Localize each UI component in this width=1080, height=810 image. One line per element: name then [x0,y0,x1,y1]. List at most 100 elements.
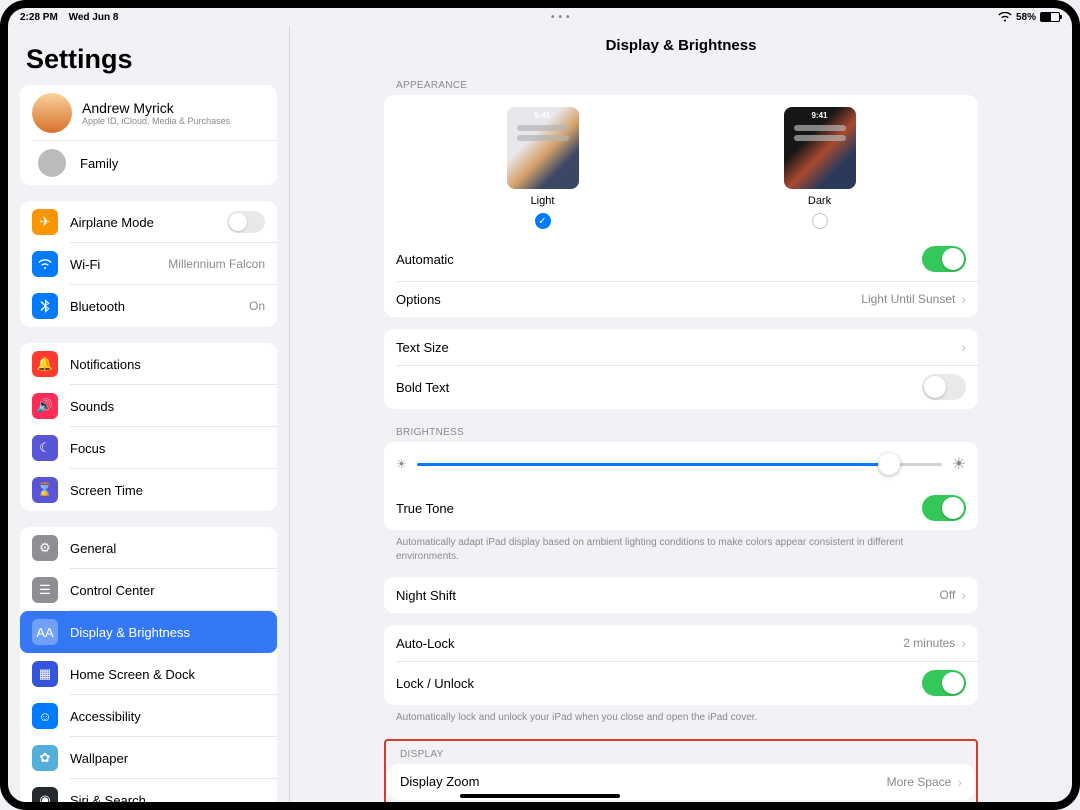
general-group: ⚙ General ☰Control Center AADisplay & Bri… [20,527,277,802]
wifi-icon [998,12,1012,22]
hourglass-icon: ⌛ [32,477,58,503]
row-label: Sounds [70,399,114,414]
display-zoom-highlight: Display Display Zoom More Space › Choose… [384,739,978,803]
displayzoom-footer: Choose a view for iPad. Zoomed shows lar… [388,800,974,803]
sidebar-title: Settings [26,44,271,75]
row-label: Airplane Mode [70,215,154,230]
row-value: Millennium Falcon [168,257,265,271]
row-label: Bold Text [396,380,449,395]
dark-mode-option[interactable]: Dark [784,107,856,229]
wallpaper-row[interactable]: ✿ Wallpaper [20,737,277,779]
truetone-row[interactable]: True Tone [384,486,978,530]
homescreen-row[interactable]: ▦ Home Screen & Dock [20,653,277,695]
alerts-group: 🔔Notifications 🔊 Sounds ☾Focus ⌛Screen Ti… [20,343,277,511]
apple-id-row[interactable]: Andrew Myrick Apple ID, iCloud, Media & … [20,85,277,141]
row-label: General [70,541,116,556]
battery-pct: 58% [1016,12,1036,23]
airplane-icon: ✈ [32,209,58,235]
row-label: Automatic [396,252,454,267]
display-brightness-row[interactable]: AADisplay & Brightness [20,611,277,653]
siri-row[interactable]: ◉Siri & Search [20,779,277,802]
row-label: Control Center [70,583,155,598]
lockunlock-toggle[interactable] [922,670,966,696]
chevron-right-icon: › [961,635,966,651]
automatic-toggle[interactable] [922,246,966,272]
dark-radio[interactable] [812,213,828,229]
wifi-row[interactable]: Wi-Fi Millennium Falcon [20,243,277,285]
status-time: 2:28 PM [20,12,58,23]
accessibility-row[interactable]: ☺Accessibility [20,695,277,737]
user-subtitle: Apple ID, iCloud, Media & Purchases [82,116,230,126]
siri-icon: ◉ [32,787,58,802]
airplane-toggle[interactable] [227,211,265,233]
row-label: Options [396,292,441,307]
sun-small-icon: ☀ [396,457,407,471]
bluetooth-icon [32,293,58,319]
moon-icon: ☾ [32,435,58,461]
avatar [32,93,72,133]
row-label: Display & Brightness [70,625,190,640]
row-value: More Space [887,775,952,789]
sun-large-icon: ☀ [952,454,966,474]
row-label: True Tone [396,501,454,516]
boldtext-toggle[interactable] [922,374,966,400]
row-label: Auto-Lock [396,636,455,651]
grid-icon: ▦ [32,661,58,687]
truetone-footer: Automatically adapt iPad display based o… [384,530,978,565]
airplane-mode-row[interactable]: ✈ Airplane Mode [20,201,277,243]
autolock-row[interactable]: Auto-Lock 2 minutes › [384,625,978,661]
controlcenter-row[interactable]: ☰Control Center [20,569,277,611]
light-radio[interactable]: ✓ [535,213,551,229]
row-label: Wallpaper [70,751,128,766]
gear-icon: ⚙ [32,535,58,561]
sounds-row[interactable]: 🔊 Sounds [20,385,277,427]
notifications-row[interactable]: 🔔Notifications [20,343,277,385]
textsize-row[interactable]: Text Size › [384,329,978,365]
light-label: Light [531,195,555,207]
brightness-slider-row: ☀ ☀ [384,442,978,486]
brightness-header: Brightness [384,421,978,442]
row-label: Display Zoom [400,774,479,789]
display-header: Display [388,743,974,764]
bluetooth-row[interactable]: Bluetooth On [20,285,277,327]
row-label: Home Screen & Dock [70,667,195,682]
row-value: On [249,299,265,313]
speaker-icon: 🔊 [32,393,58,419]
accessibility-icon: ☺ [32,703,58,729]
options-row[interactable]: Options Light Until Sunset › [384,281,978,317]
slider-knob[interactable] [878,453,900,475]
status-date: Wed Jun 8 [69,12,119,23]
light-thumb [507,107,579,189]
appearance-header: Appearance [384,74,978,95]
detail-pane: Display & Brightness Appearance Light ✓ … [290,26,1072,802]
chevron-right-icon: › [961,339,966,355]
chevron-right-icon: › [957,774,962,790]
row-value: Off [940,588,956,602]
screentime-row[interactable]: ⌛Screen Time [20,469,277,511]
flower-icon: ✿ [32,745,58,771]
general-row[interactable]: ⚙ General [20,527,277,569]
row-label: Notifications [70,357,141,372]
focus-row[interactable]: ☾Focus [20,427,277,469]
family-avatar [38,149,66,177]
lockunlock-row[interactable]: Lock / Unlock [384,661,978,705]
status-bar: 2:28 PM Wed Jun 8 ••• 58% [8,8,1072,26]
automatic-row[interactable]: Automatic [384,237,978,281]
chevron-right-icon: › [961,587,966,603]
family-row[interactable]: Family [20,141,277,185]
user-name: Andrew Myrick [82,100,230,116]
row-label: Wi-Fi [70,257,100,272]
family-label: Family [80,156,118,171]
row-label: Text Size [396,340,449,355]
multitask-dots[interactable]: ••• [126,12,998,23]
chevron-right-icon: › [961,291,966,307]
row-label: Night Shift [396,588,456,603]
brightness-slider[interactable] [417,463,942,466]
boldtext-row[interactable]: Bold Text [384,365,978,409]
light-mode-option[interactable]: Light ✓ [507,107,579,229]
detail-title: Display & Brightness [290,26,1072,62]
nightshift-row[interactable]: Night Shift Off › [384,577,978,613]
battery-icon [1040,12,1060,22]
home-indicator[interactable] [460,794,620,798]
truetone-toggle[interactable] [922,495,966,521]
